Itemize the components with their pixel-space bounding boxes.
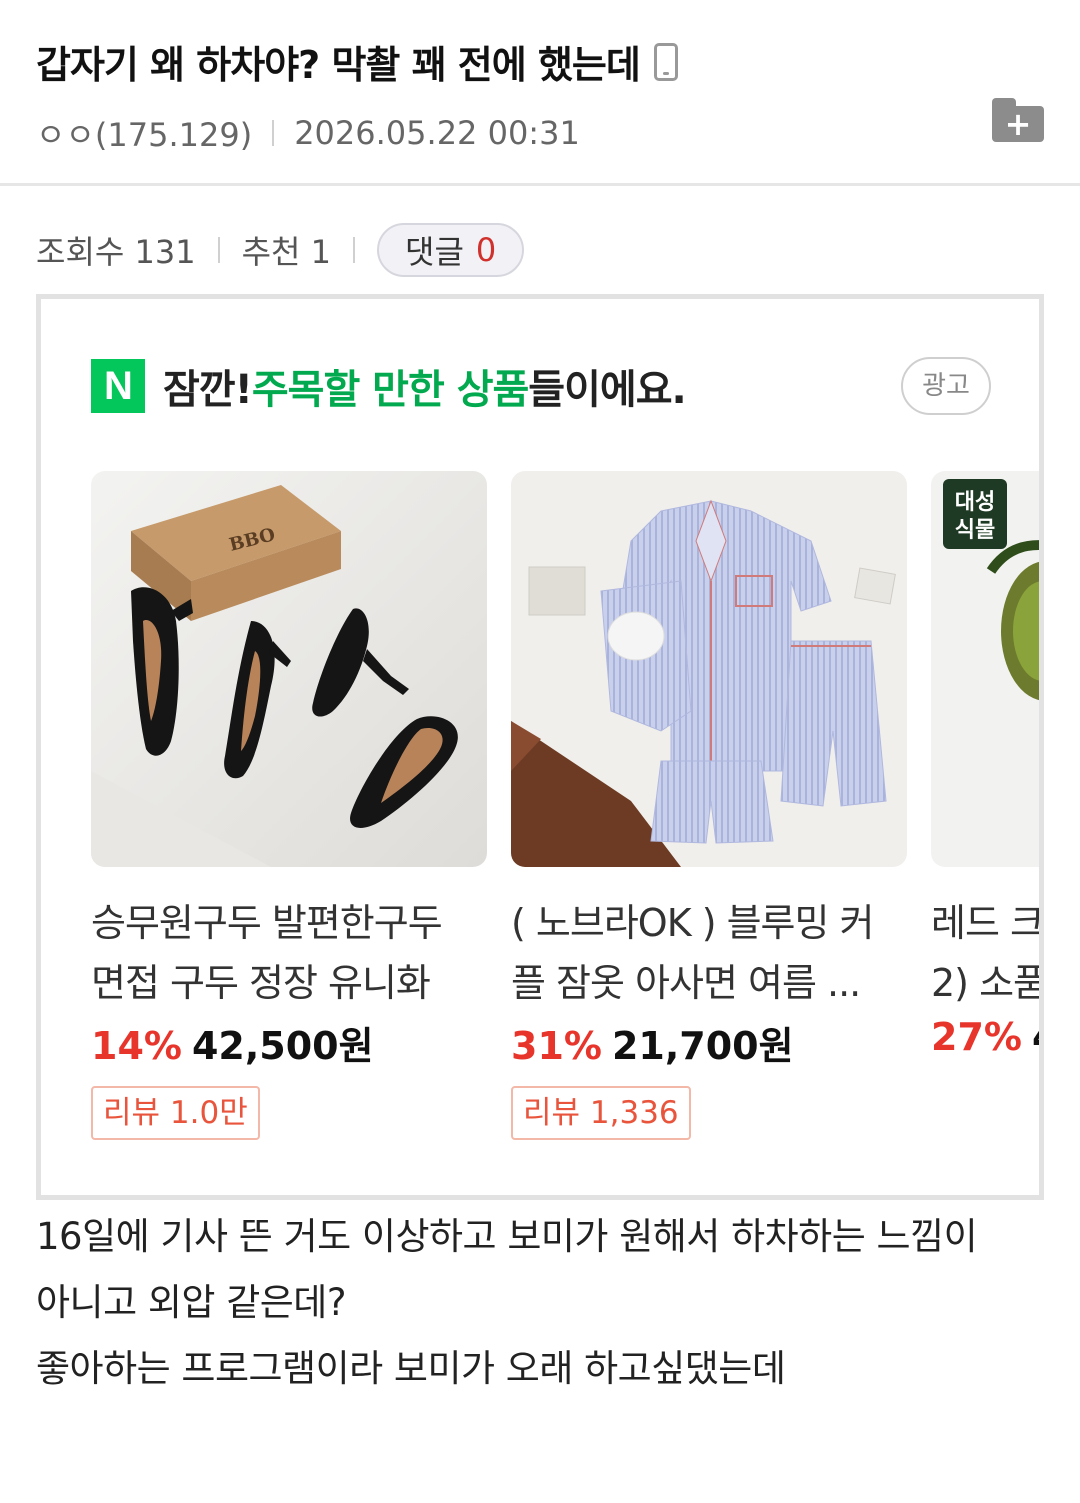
- post-body-paragraph: 아니고 외압 같은데?: [36, 1281, 346, 1324]
- product-name-line: ( 노브라OK ) 블루밍 커: [511, 901, 875, 945]
- folder-plus-icon: +: [992, 106, 1044, 142]
- add-to-folder-button[interactable]: +: [992, 98, 1044, 142]
- black-pumps-photo: BBO: [91, 471, 487, 867]
- product-price-line: 27%4: [931, 1015, 1039, 1059]
- product-image-pajamas[interactable]: [511, 471, 907, 867]
- shopping-ad-box: N 잠깐! 주목할 만한 상품 들이에요. 광고 BBO 승무원구두 발편한구두…: [36, 294, 1044, 1200]
- product-image-shoes[interactable]: BBO: [91, 471, 487, 867]
- product-name-pajamas[interactable]: ( 노브라OK ) 블루밍 커 플 잠옷 아사면 여름 ...: [511, 893, 907, 1013]
- stats-divider: [217, 237, 220, 263]
- plant-brand-line2: 식물: [955, 518, 995, 543]
- comments-button[interactable]: 댓글 0: [377, 223, 525, 277]
- post-date: 2026.05.22 00:31: [294, 114, 580, 152]
- post-title-text: 갑자기 왜 하차야? 막촬 꽤 전에 했는데: [36, 43, 641, 87]
- recommend-count: 추천 1: [241, 233, 331, 271]
- review-count-badge: 리뷰 1,336: [511, 1086, 691, 1140]
- product-name-line: 면접 구두 정장 유니화: [91, 961, 431, 1005]
- product-card-shoes[interactable]: BBO 승무원구두 발편한구두 면접 구두 정장 유니화 14% 42,500원 …: [91, 471, 487, 1140]
- post-meta: ㅇㅇ(175.129) 2026.05.22 00:31: [36, 110, 580, 156]
- product-name-line: 레드 크: [931, 901, 1044, 945]
- product-price-line: 31% 21,700원: [511, 1015, 907, 1070]
- product-image-plant[interactable]: 대성 식물: [931, 471, 1039, 867]
- view-count: 조회수 131: [36, 233, 196, 271]
- mobile-phone-icon: [653, 42, 678, 81]
- comments-count: 0: [475, 231, 497, 269]
- product-name-line: 승무원구두 발편한구두: [91, 901, 443, 945]
- ad-headline-highlight: 주목할 만한 상품: [251, 367, 529, 413]
- plant-brand-line1: 대성: [955, 490, 995, 515]
- ad-headline-prefix: 잠깐!: [163, 367, 253, 413]
- product-price: 4: [1032, 1015, 1039, 1059]
- discount-rate: 14%: [91, 1024, 182, 1068]
- product-name-plant[interactable]: 레드 크 2) 소품: [931, 893, 1044, 1013]
- comments-label: 댓글: [405, 233, 464, 271]
- post-body-paragraph: 좋아하는 프로그램이라 보미가 오래 하고싶댔는데: [36, 1347, 786, 1390]
- potted-plant-photo: 대성 식물: [931, 471, 1039, 867]
- product-name-line: 플 잠옷 아사면 여름 ...: [511, 961, 861, 1005]
- ad-badge[interactable]: 광고: [901, 357, 991, 415]
- product-price: 21,700원: [611, 1024, 794, 1068]
- post-body-paragraph: 16일에 기사 뜬 거도 이상하고 보미가 원해서 하차하는 느낌이: [36, 1215, 978, 1258]
- meta-divider: [272, 120, 275, 146]
- product-price-line: 14% 42,500원: [91, 1015, 487, 1070]
- product-card-pajamas[interactable]: ( 노브라OK ) 블루밍 커 플 잠옷 아사면 여름 ... 31% 21,70…: [511, 471, 907, 1140]
- discount-rate: 27%: [931, 1015, 1022, 1059]
- naver-logo-icon: N: [91, 359, 145, 413]
- product-price: 42,500원: [191, 1024, 374, 1068]
- stats-divider: [353, 237, 355, 263]
- post-body: 16일에 기사 뜬 거도 이상하고 보미가 원해서 하차하는 느낌이 아니고 외…: [36, 1206, 1044, 1400]
- post-header: 갑자기 왜 하차야? 막촬 꽤 전에 했는데 ㅇㅇ(175.129) 2026.…: [0, 0, 1080, 186]
- discount-rate: 31%: [511, 1024, 602, 1068]
- striped-pajamas-photo: [511, 471, 907, 867]
- product-name-shoes[interactable]: 승무원구두 발편한구두 면접 구두 정장 유니화: [91, 893, 487, 1013]
- author-name[interactable]: ㅇㅇ(175.129): [36, 110, 252, 156]
- product-name-line: 2) 소품: [931, 961, 1044, 1005]
- product-card-plant[interactable]: 대성 식물 레드 크 2) 소품 27%4: [931, 471, 1044, 1059]
- ad-headline: N 잠깐! 주목할 만한 상품 들이에요.: [91, 357, 687, 415]
- ad-headline-suffix: 들이에요.: [528, 367, 686, 413]
- review-count-badge: 리뷰 1.0만: [91, 1086, 260, 1140]
- post-title: 갑자기 왜 하차야? 막촬 꽤 전에 했는데: [36, 34, 678, 89]
- post-stats: 조회수 131 추천 1 댓글 0: [36, 222, 525, 278]
